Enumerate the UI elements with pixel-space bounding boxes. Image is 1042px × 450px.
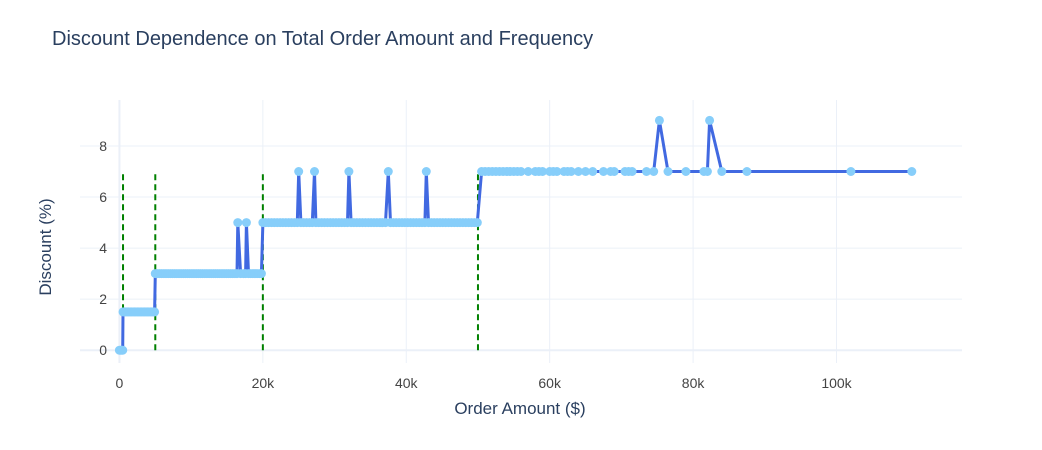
x-tick-label: 20k <box>252 375 276 391</box>
x-axis-title: Order Amount ($) <box>454 399 585 418</box>
x-tick-label: 40k <box>395 375 419 391</box>
x-tick-label: 60k <box>538 375 562 391</box>
data-point <box>150 307 160 317</box>
series-markers <box>114 115 917 355</box>
data-point <box>705 115 715 125</box>
tick-labels: 0 2 4 6 8 0 20k 40k 60k 80k 100k <box>99 138 852 391</box>
data-point <box>294 167 304 176</box>
data-point <box>588 167 598 176</box>
data-point <box>742 167 752 176</box>
y-tick-label: 6 <box>99 189 107 205</box>
data-point <box>846 167 856 176</box>
data-point <box>256 269 266 279</box>
data-point <box>310 167 319 176</box>
data-point <box>627 167 637 176</box>
x-tick-label: 0 <box>116 375 124 391</box>
y-tick-label: 0 <box>99 342 107 358</box>
data-point <box>717 167 727 176</box>
data-point <box>907 167 917 176</box>
data-point <box>241 218 251 228</box>
series-line <box>119 118 912 352</box>
data-point <box>609 167 619 176</box>
data-point <box>233 218 243 228</box>
data-point <box>681 167 691 176</box>
data-point <box>344 167 354 176</box>
data-point <box>472 218 482 228</box>
grid-layer <box>80 100 962 363</box>
data-point <box>654 115 664 125</box>
discount-chart: 024680 20k 40k 60k 80k 100k Order Amount ($) … <box>36 100 962 418</box>
y-tick-label: 8 <box>99 138 107 154</box>
data-point <box>383 167 393 176</box>
data-point <box>118 345 128 355</box>
y-tick-label: 4 <box>99 240 107 256</box>
y-axis-title: Discount (%) <box>36 198 55 295</box>
y-tick-label: 2 <box>99 291 107 307</box>
series-line-layer <box>119 118 912 352</box>
x-tick-label: 100k <box>821 375 852 391</box>
data-point <box>702 167 712 176</box>
data-point <box>421 167 431 176</box>
data-point <box>663 167 673 176</box>
x-tick-label: 80k <box>682 375 706 391</box>
data-point <box>649 167 659 176</box>
